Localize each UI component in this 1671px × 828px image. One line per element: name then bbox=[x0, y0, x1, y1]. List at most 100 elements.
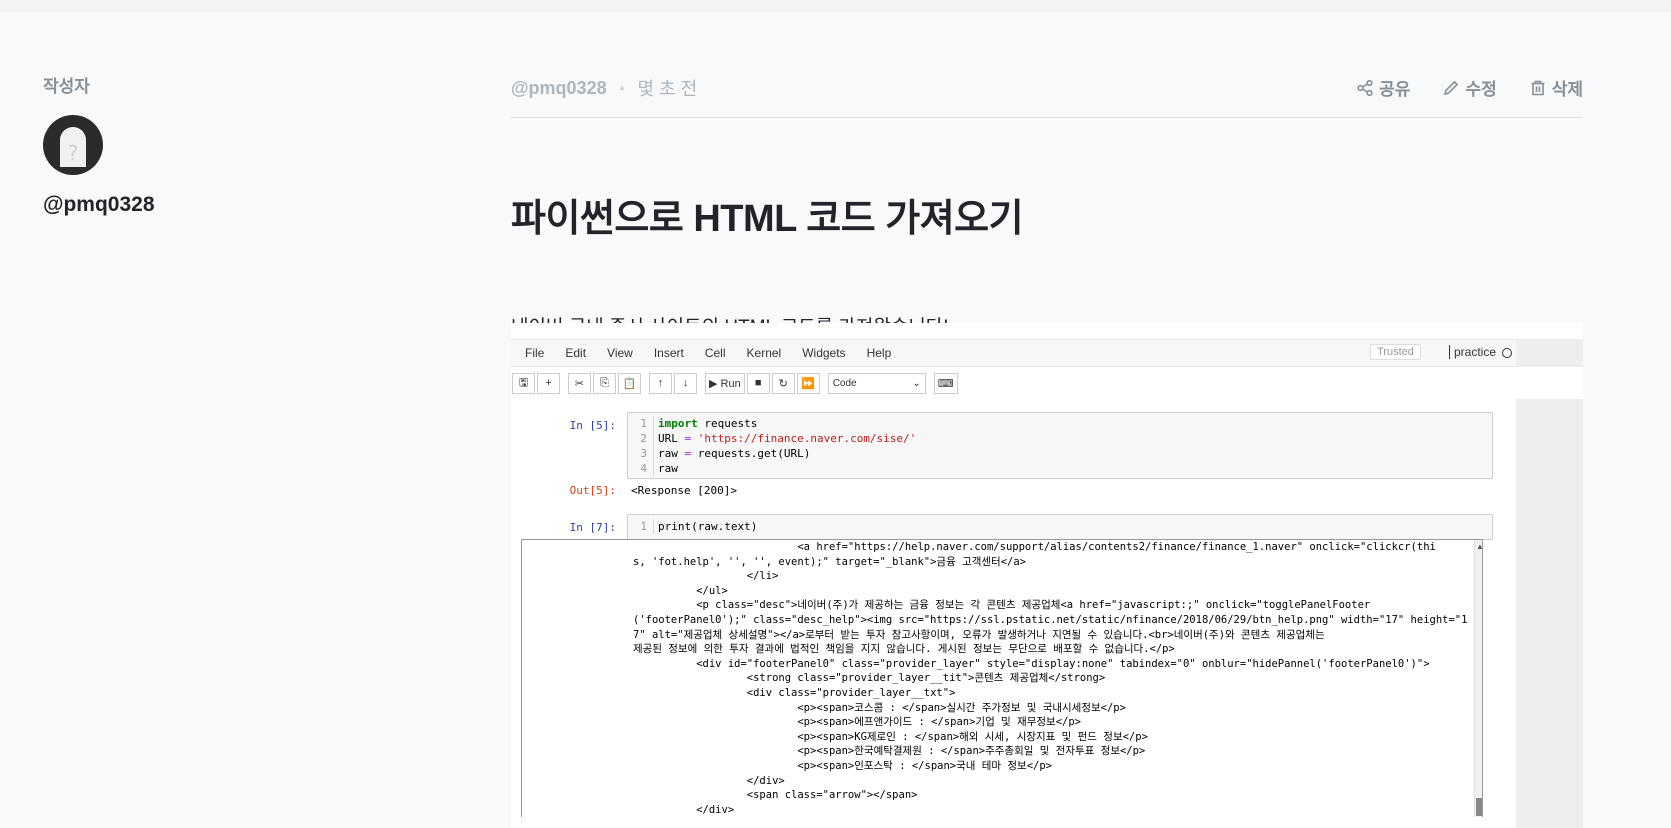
output-scrollbar[interactable]: ▲ bbox=[1474, 540, 1482, 817]
save-icon[interactable]: 🖫 bbox=[512, 372, 535, 394]
meta-user[interactable]: @pmq0328 bbox=[511, 78, 607, 99]
jupyter-toolbar: 🖫 + ✂ ⎘ 📋 ↑ ↓ ▶ Run ■ ↻ ⏩ Code ⌄ ⌨ bbox=[511, 367, 1583, 399]
run-button[interactable]: ▶ Run bbox=[705, 372, 745, 394]
code-line: 1 print(raw.text) bbox=[628, 519, 1492, 534]
output-line: <p><span>코스콤 : </span>실시간 주가정보 및 국내시세정보<… bbox=[633, 701, 1126, 714]
share-button[interactable]: 공유 bbox=[1356, 75, 1410, 100]
code-line: 2 URL = 'https://finance.naver.com/sise/… bbox=[628, 431, 1492, 446]
code-line: 3 raw = requests.get(URL) bbox=[628, 446, 1492, 461]
kernel-name: practice bbox=[1449, 345, 1496, 359]
line-number: 1 bbox=[628, 416, 654, 431]
line-number: 1 bbox=[628, 519, 654, 534]
output-line: </div> bbox=[633, 774, 785, 787]
output-line: <div class="provider_layer__txt"> bbox=[633, 686, 956, 699]
code-text: raw bbox=[658, 462, 678, 475]
output-line: <p><span>에프앤가이드 : </span>기업 및 재무정보</p> bbox=[633, 716, 1081, 729]
code-text: requests.get(URL) bbox=[691, 447, 811, 460]
cell-type-value: Code bbox=[832, 377, 857, 389]
cell-out5-prompt: Out[5]: bbox=[569, 484, 616, 497]
scroll-up-icon[interactable]: ▲ bbox=[1475, 542, 1482, 551]
line-number: 2 bbox=[628, 431, 654, 446]
menu-help[interactable]: Help bbox=[867, 346, 892, 360]
edit-label: 수정 bbox=[1465, 80, 1497, 99]
author-name[interactable]: @pmq0328 bbox=[43, 193, 343, 217]
avatar[interactable]: ? bbox=[43, 115, 103, 175]
move-up-icon[interactable]: ↑ bbox=[649, 372, 672, 394]
delete-button[interactable]: 삭제 bbox=[1529, 75, 1583, 100]
post-meta-bar: @pmq0328 • 몇 초 전 공유 수정 삭제 bbox=[511, 70, 1583, 118]
avatar-glyph: ? bbox=[67, 141, 79, 165]
output-line: ('footerPanel0');" class="desc_help"><im… bbox=[633, 613, 1468, 626]
output-line: </li> bbox=[633, 570, 779, 583]
stop-icon[interactable]: ■ bbox=[746, 372, 770, 394]
menu-cell[interactable]: Cell bbox=[705, 346, 726, 360]
cell-in7-prompt: In [7]: bbox=[569, 521, 616, 534]
restart-icon[interactable]: ↻ bbox=[771, 372, 795, 394]
menu-edit[interactable]: Edit bbox=[565, 346, 586, 360]
output-line: s, 'fot.help', '', '', event);" target="… bbox=[633, 555, 1027, 568]
output-line: <p><span>KG제로인 : </span>해외 시세, 시장지표 및 펀드… bbox=[633, 730, 1148, 743]
post-actions: 공유 수정 삭제 bbox=[1324, 70, 1583, 100]
output-line: <strong class="provider_layer__tit">콘텐츠 … bbox=[633, 672, 1106, 685]
top-strip bbox=[0, 0, 1671, 12]
add-cell-icon[interactable]: + bbox=[537, 372, 560, 394]
cell-output-text: <a href="https://help.naver.com/support/… bbox=[633, 540, 1469, 817]
code-text: requests bbox=[697, 417, 758, 430]
output-line: <div id="footerPanel0" class="provider_l… bbox=[633, 657, 1430, 670]
avatar-placeholder-icon: ? bbox=[60, 127, 86, 167]
code-cell-in7[interactable]: 1 print(raw.text) bbox=[627, 514, 1493, 540]
cell-in5-prompt: In [5]: bbox=[569, 419, 616, 432]
edit-button[interactable]: 수정 bbox=[1442, 75, 1497, 100]
code-line: 4 raw bbox=[628, 461, 1492, 476]
output-line: <a href="https://help.naver.com/support/… bbox=[633, 541, 1436, 553]
trash-icon bbox=[1531, 80, 1545, 95]
copy-icon[interactable]: ⎘ bbox=[593, 372, 616, 394]
cut-icon[interactable]: ✂ bbox=[568, 372, 591, 394]
menu-file[interactable]: File bbox=[525, 346, 544, 360]
code-text: URL bbox=[658, 432, 685, 445]
line-number: 3 bbox=[628, 446, 654, 461]
output-line: <p><span>인포스탁 : </span>국내 테마 정보</p> bbox=[633, 759, 1052, 772]
line-number: 4 bbox=[628, 461, 654, 476]
output-line: <p class="desc">네이버(주)가 제공하는 금융 정보는 각 콘텐… bbox=[633, 599, 1371, 612]
cell-type-select[interactable]: Code ⌄ bbox=[827, 372, 926, 394]
paste-icon[interactable]: 📋 bbox=[618, 372, 641, 394]
jupyter-header-edge bbox=[511, 323, 1583, 339]
fast-forward-icon[interactable]: ⏩ bbox=[796, 372, 820, 394]
notebook-area: In [5]: 1 import requests 2 URL = 'https… bbox=[511, 399, 1516, 828]
output-line: <p><span>한국예탁결제원 : </span>주주총회일 및 전자투표 정… bbox=[633, 745, 1146, 758]
output-line: 제공된 정보에 의한 투자 결과에 법적인 책임을 지지 않습니다. 게시된 정… bbox=[633, 643, 1175, 656]
code-keyword: import bbox=[658, 417, 698, 430]
menu-widgets[interactable]: Widgets bbox=[802, 346, 845, 360]
chevron-down-icon: ⌄ bbox=[912, 377, 921, 389]
jupyter-screenshot: File Edit View Insert Cell Kernel Widget… bbox=[511, 323, 1583, 828]
scroll-thumb[interactable] bbox=[1476, 798, 1482, 816]
cell-output-scrollbox[interactable]: <a href="https://help.naver.com/support/… bbox=[521, 539, 1483, 817]
cell-out5-text: <Response [200]> bbox=[631, 484, 737, 497]
meta-time: 몇 초 전 bbox=[637, 79, 698, 99]
code-line: 1 import requests bbox=[628, 416, 1492, 431]
output-line: <span class="arrow"></span> bbox=[633, 789, 918, 802]
menu-insert[interactable]: Insert bbox=[654, 346, 684, 360]
menu-view[interactable]: View bbox=[607, 346, 633, 360]
share-label: 공유 bbox=[1379, 80, 1411, 99]
delete-label: 삭제 bbox=[1551, 80, 1583, 99]
author-panel: 작성자 ? @pmq0328 bbox=[43, 72, 343, 217]
kernel-status-icon bbox=[1502, 348, 1512, 358]
code-cell-in5[interactable]: 1 import requests 2 URL = 'https://finan… bbox=[627, 412, 1493, 479]
move-down-icon[interactable]: ↓ bbox=[674, 372, 697, 394]
trusted-badge[interactable]: Trusted bbox=[1370, 344, 1421, 360]
code-text: print(raw.text) bbox=[658, 520, 758, 533]
pencil-icon bbox=[1444, 80, 1459, 95]
code-text: raw bbox=[658, 447, 685, 460]
meta-separator: • bbox=[619, 80, 625, 96]
author-heading: 작성자 bbox=[43, 77, 90, 96]
keyboard-icon[interactable]: ⌨ bbox=[933, 372, 958, 394]
post-meta: @pmq0328 • 몇 초 전 bbox=[511, 70, 697, 101]
output-line: 7" alt="제공업체 상세설명"></a>로부터 받는 투자 참고사항이며,… bbox=[633, 628, 1325, 641]
menu-kernel[interactable]: Kernel bbox=[747, 346, 782, 360]
output-line: </div> bbox=[633, 803, 735, 816]
notebook-right-margin bbox=[1516, 399, 1583, 828]
post-title: 파이썬으로 HTML 코드 가져오기 bbox=[511, 198, 1024, 240]
jupyter-menubar: File Edit View Insert Cell Kernel Widget… bbox=[511, 339, 1516, 367]
